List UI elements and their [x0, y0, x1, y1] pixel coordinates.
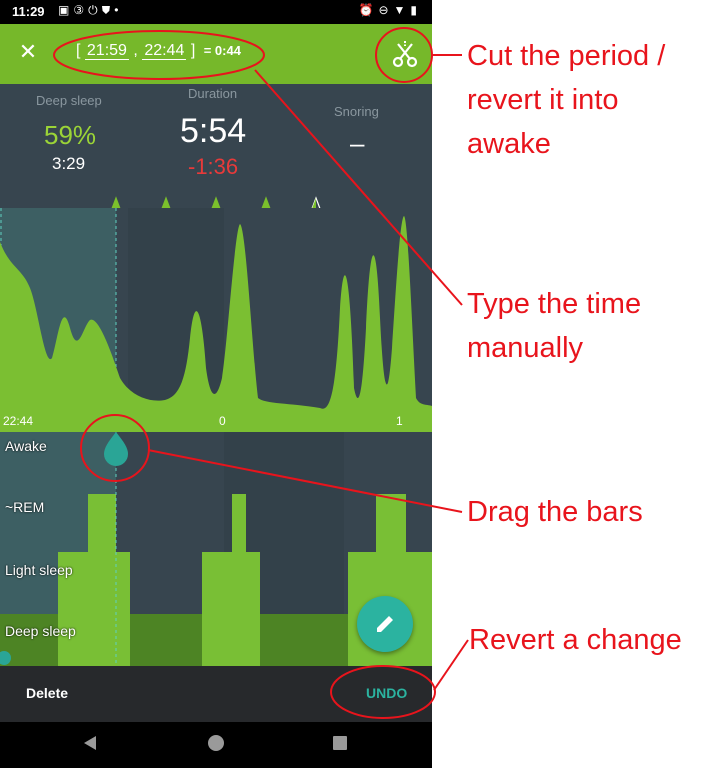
axis-label-0: 0 [219, 414, 226, 428]
axis-label-start: 22:44 [3, 414, 34, 428]
bottom-bar: Delete UNDO [0, 666, 432, 722]
axis-label-1: 1 [396, 414, 403, 428]
snoring-value: – [350, 128, 365, 158]
wifi-icon: ▼ [393, 3, 411, 17]
annotation-cut: Cut the period / revert it into awake [467, 40, 666, 160]
image-icon: ▣ [58, 3, 74, 17]
time-range: [ 21:59 , 22:44 ] = 0:44 [76, 42, 241, 60]
sleep-graph: 22:44 0 1 [0, 208, 432, 432]
deep-sleep-time: 3:29 [52, 154, 86, 173]
end-time-field[interactable]: 22:44 [142, 42, 187, 60]
scissors-icon [392, 41, 418, 68]
level-rem: ~REM [5, 499, 45, 515]
power-icon: ⏻ [88, 3, 102, 17]
shield-icon: ⛊ [101, 3, 115, 17]
annotation-type-time: Type the time manually [467, 288, 642, 364]
snoring-label: Snoring [334, 104, 379, 119]
sleep-bar[interactable] [88, 494, 116, 554]
cut-button[interactable] [390, 40, 420, 70]
sleep-bar[interactable] [232, 494, 246, 554]
annotation-drag: Drag the bars [467, 496, 643, 528]
close-icon: ✕ [18, 39, 38, 64]
status-bar: 11:29 ▣③⏻⛊• ⏰⊖▼▮ [0, 0, 432, 24]
status-left-icons: ▣③⏻⛊• [58, 3, 122, 18]
recents-icon[interactable] [333, 736, 347, 750]
home-icon[interactable] [208, 735, 224, 751]
pencil-icon [377, 616, 393, 632]
sleep-graph-chart [0, 208, 432, 432]
back-icon[interactable] [84, 736, 96, 750]
sleep-stats-panel: Deep sleep 59% 3:29 Duration 5:54 -1:36 … [0, 84, 432, 234]
duration-value: 5:54 [180, 112, 247, 150]
edit-fab[interactable] [357, 596, 413, 652]
range-duration: = 0:44 [203, 43, 241, 58]
start-time-field[interactable]: 21:59 [84, 42, 129, 60]
duration-delta: -1:36 [188, 154, 239, 179]
sleep-bar[interactable] [202, 552, 260, 666]
deep-sleep-label: Deep sleep [36, 93, 102, 108]
close-button[interactable]: ✕ [14, 38, 42, 66]
notification-count-icon: ③ [73, 3, 89, 17]
duration-label: Duration [188, 86, 238, 101]
dot-icon: • [114, 3, 123, 17]
level-awake: Awake [5, 438, 47, 454]
alarm-icon: ⏰ [358, 3, 379, 17]
phone-screen: 11:29 ▣③⏻⛊• ⏰⊖▼▮ ✕ [ 21:59 , 22:44 ] = 0… [0, 0, 432, 768]
sleep-bar[interactable] [376, 494, 406, 554]
deep-sleep-percent: 59% [44, 120, 97, 150]
status-right-icons: ⏰⊖▼▮ [358, 3, 422, 17]
level-deep: Deep sleep [5, 623, 76, 639]
level-light: Light sleep [5, 562, 73, 578]
status-time: 11:29 [12, 4, 45, 19]
arrow-revert [433, 639, 469, 691]
undo-button[interactable]: UNDO [366, 685, 407, 701]
edit-toolbar: ✕ [ 21:59 , 22:44 ] = 0:44 [0, 24, 432, 84]
navigation-bar [0, 722, 432, 768]
dnd-icon: ⊖ [378, 3, 394, 17]
delete-button[interactable]: Delete [26, 685, 68, 701]
battery-icon: ▮ [410, 3, 422, 17]
annotation-revert: Revert a change [469, 624, 682, 656]
